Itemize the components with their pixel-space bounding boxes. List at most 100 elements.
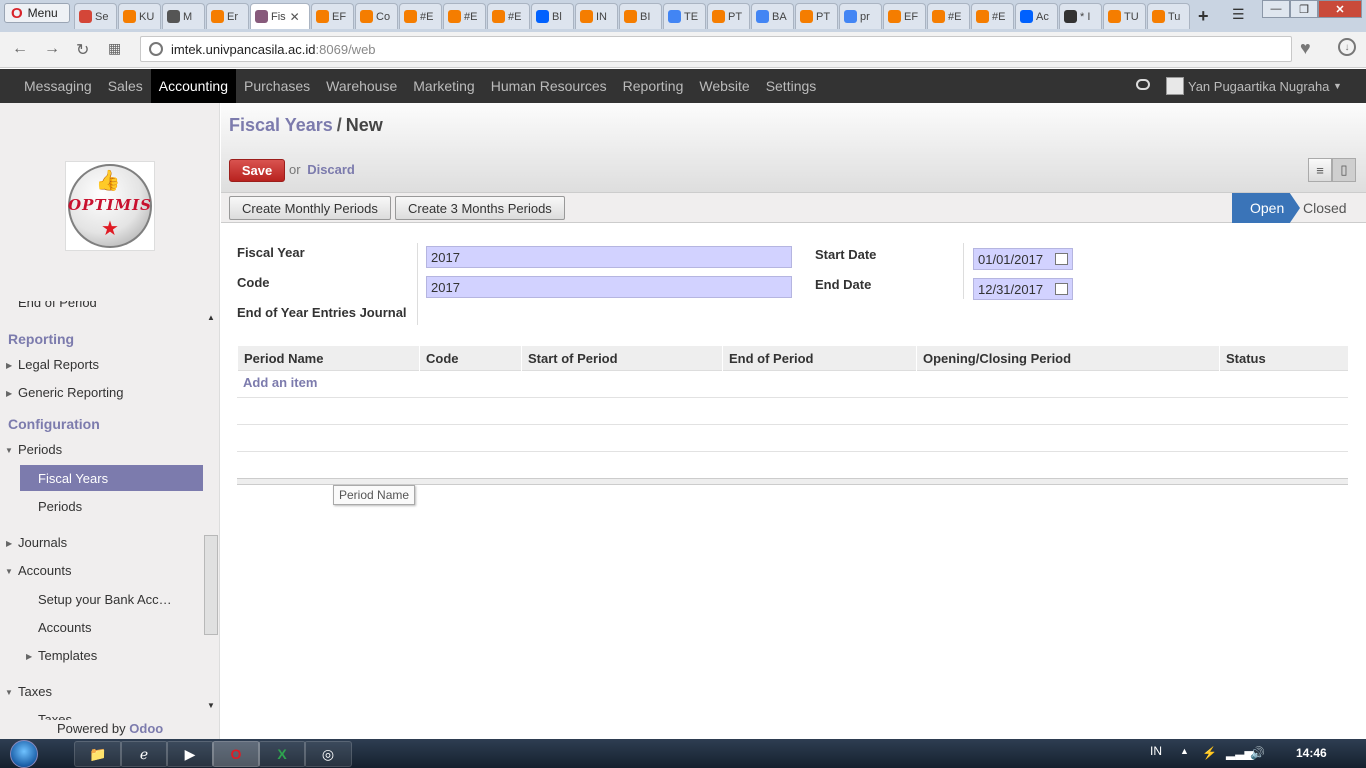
start-date-input[interactable]: 01/01/2017 bbox=[973, 248, 1073, 270]
odoo-link[interactable]: Odoo bbox=[129, 721, 163, 736]
browser-tab[interactable]: BA bbox=[751, 3, 794, 29]
chat-icon[interactable] bbox=[1136, 79, 1150, 90]
column-header-status[interactable]: Status bbox=[1219, 346, 1335, 371]
caret-right-icon[interactable]: ▶ bbox=[26, 652, 32, 661]
browser-tab[interactable]: Ac bbox=[1015, 3, 1058, 29]
top-menu-accounting[interactable]: Accounting bbox=[150, 69, 237, 103]
fiscal-year-input[interactable]: 2017 bbox=[426, 246, 792, 268]
caret-down-icon[interactable]: ▼ bbox=[5, 688, 13, 697]
column-header-opening-closing-period[interactable]: Opening/Closing Period bbox=[916, 346, 1219, 371]
scroll-down-icon[interactable]: ▼ bbox=[207, 701, 215, 710]
start-button[interactable] bbox=[10, 740, 38, 768]
caret-right-icon[interactable]: ▶ bbox=[6, 539, 12, 548]
language-indicator[interactable]: IN bbox=[1150, 744, 1162, 758]
browser-tab[interactable]: EF bbox=[311, 3, 354, 29]
speed-dial-icon[interactable]: ▦ bbox=[108, 40, 121, 57]
bookmark-heart-icon[interactable]: ♥ bbox=[1300, 38, 1311, 59]
browser-tab[interactable]: #E bbox=[927, 3, 970, 29]
browser-tab[interactable]: #E bbox=[971, 3, 1014, 29]
column-header-end-of-period[interactable]: End of Period bbox=[722, 346, 916, 371]
browser-tab[interactable]: pr bbox=[839, 3, 882, 29]
sidebar-item-legal-reports[interactable]: Legal Reports bbox=[18, 357, 99, 372]
browser-tab[interactable]: #E bbox=[399, 3, 442, 29]
scrollbar-thumb[interactable] bbox=[204, 535, 218, 635]
calendar-icon[interactable] bbox=[1055, 253, 1068, 265]
scroll-up-icon[interactable]: ▲ bbox=[207, 313, 215, 322]
calendar-icon[interactable] bbox=[1055, 283, 1068, 295]
browser-tab[interactable]: #E bbox=[487, 3, 530, 29]
browser-tab[interactable]: Tu bbox=[1147, 3, 1190, 29]
browser-tab[interactable]: IN bbox=[575, 3, 618, 29]
media-player-icon[interactable]: ▶ bbox=[166, 741, 214, 767]
sidebar-item-taxes-group[interactable]: Taxes bbox=[18, 684, 52, 699]
back-icon[interactable]: ← bbox=[12, 40, 28, 58]
column-header-period-name[interactable]: Period Name bbox=[237, 346, 419, 371]
close-window-icon[interactable]: ✕ bbox=[1318, 0, 1362, 18]
status-closed[interactable]: Closed bbox=[1303, 193, 1347, 223]
status-open[interactable]: Open bbox=[1232, 193, 1300, 223]
top-menu-warehouse[interactable]: Warehouse bbox=[318, 69, 405, 103]
top-menu-marketing[interactable]: Marketing bbox=[405, 69, 482, 103]
browser-tab[interactable]: KU bbox=[118, 3, 161, 29]
browser-tab[interactable]: Bl bbox=[531, 3, 574, 29]
tray-expand-icon[interactable]: ▲ bbox=[1180, 746, 1189, 756]
app-icon[interactable]: ◎ bbox=[304, 741, 352, 767]
download-icon[interactable]: ↓ bbox=[1338, 38, 1356, 56]
list-view-icon[interactable]: ≡ bbox=[1308, 158, 1332, 182]
save-button[interactable]: Save bbox=[229, 159, 285, 182]
form-view-icon[interactable]: ▯ bbox=[1332, 158, 1356, 182]
sidebar-item-accounts-group[interactable]: Accounts bbox=[18, 563, 71, 578]
top-menu-website[interactable]: Website bbox=[691, 69, 757, 103]
create-monthly-periods-button[interactable]: Create Monthly Periods bbox=[229, 196, 391, 220]
code-input[interactable]: 2017 bbox=[426, 276, 792, 298]
caret-down-icon[interactable]: ▼ bbox=[5, 567, 13, 576]
create-3-months-periods-button[interactable]: Create 3 Months Periods bbox=[395, 196, 565, 220]
browser-tab[interactable]: BI bbox=[619, 3, 662, 29]
browser-tab[interactable]: PT bbox=[707, 3, 750, 29]
browser-tab[interactable]: EF bbox=[883, 3, 926, 29]
browser-tab[interactable]: M bbox=[162, 3, 205, 29]
discard-button[interactable]: Discard bbox=[307, 162, 355, 177]
browser-tab[interactable]: Er bbox=[206, 3, 249, 29]
end-date-input[interactable]: 12/31/2017 bbox=[973, 278, 1073, 300]
new-tab-icon[interactable]: + bbox=[1198, 6, 1209, 27]
sidebar-item-templates[interactable]: Templates bbox=[38, 648, 97, 663]
sidebar-item-generic-reporting[interactable]: Generic Reporting bbox=[18, 385, 124, 400]
sidebar-item-periods-group[interactable]: Periods bbox=[18, 442, 62, 457]
close-tab-icon[interactable]: ✕ bbox=[290, 10, 300, 24]
volume-icon[interactable]: 🔊 bbox=[1250, 746, 1265, 760]
user-menu[interactable]: Yan Pugaartika Nugraha ▼ bbox=[1188, 69, 1342, 103]
maximize-icon[interactable]: ❐ bbox=[1290, 0, 1318, 18]
internet-explorer-icon[interactable]: ℯ bbox=[120, 741, 168, 767]
browser-tab[interactable]: PT bbox=[795, 3, 838, 29]
browser-tab[interactable]: TE bbox=[663, 3, 706, 29]
sidebar-item-accounts[interactable]: Accounts bbox=[38, 620, 91, 635]
top-menu-sales[interactable]: Sales bbox=[100, 69, 151, 103]
add-an-item-link[interactable]: Add an item bbox=[243, 375, 317, 390]
top-menu-human-resources[interactable]: Human Resources bbox=[483, 69, 615, 103]
sidebar-item-end-of-period[interactable]: End of Period bbox=[18, 301, 97, 311]
caret-right-icon[interactable]: ▶ bbox=[6, 361, 12, 370]
column-header-code[interactable]: Code bbox=[419, 346, 521, 371]
clock[interactable]: 14:46 bbox=[1296, 746, 1327, 760]
excel-icon[interactable]: X bbox=[258, 741, 306, 767]
forward-icon[interactable]: → bbox=[44, 40, 60, 58]
reload-icon[interactable]: ↻ bbox=[76, 40, 89, 60]
sidebar-item-fiscal-years[interactable]: Fiscal Years bbox=[20, 465, 203, 491]
sidebar-item-journals[interactable]: Journals bbox=[18, 535, 67, 550]
column-header-start-of-period[interactable]: Start of Period bbox=[521, 346, 722, 371]
sidebar-item-periods[interactable]: Periods bbox=[38, 499, 82, 514]
opera-taskbar-icon[interactable]: O bbox=[212, 741, 260, 767]
top-menu-purchases[interactable]: Purchases bbox=[236, 69, 318, 103]
file-explorer-icon[interactable]: 📁 bbox=[74, 741, 122, 767]
power-icon[interactable]: ⚡ bbox=[1202, 746, 1217, 760]
tab-list-icon[interactable]: ☰ bbox=[1232, 6, 1245, 23]
browser-tab[interactable]: Fis ✕ bbox=[250, 3, 310, 29]
browser-tab[interactable]: TU bbox=[1103, 3, 1146, 29]
browser-tab[interactable]: #E bbox=[443, 3, 486, 29]
sidebar-item-taxes[interactable]: Taxes bbox=[38, 712, 72, 720]
browser-tab[interactable]: Se bbox=[74, 3, 117, 29]
sidebar-item-setup-bank-accounts[interactable]: Setup your Bank Acc… bbox=[38, 592, 172, 607]
breadcrumb-fiscal-years[interactable]: Fiscal Years bbox=[229, 115, 333, 135]
sidebar-scrollbar[interactable]: ▲ ▼ bbox=[204, 313, 218, 713]
